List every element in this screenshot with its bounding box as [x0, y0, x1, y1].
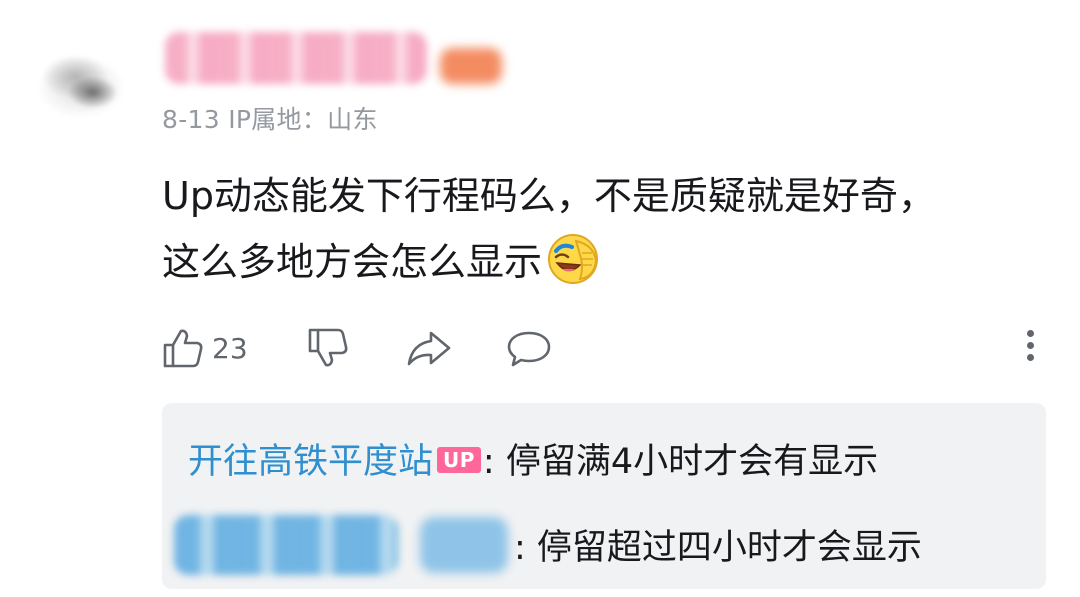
comment-date: 8-13 — [162, 105, 220, 134]
comment-text-line-2-wrap: 这么多地方会怎么显示 — [162, 229, 1062, 295]
like-count: 23 — [212, 331, 248, 365]
comment-meta: 8-13 IP属地：山东 — [162, 100, 378, 136]
comment-text-line-1: Up动态能发下行程码么，不是质疑就是好奇， — [162, 174, 936, 218]
comment-action-bar: 23 — [160, 322, 1060, 374]
sub-reply-username[interactable]: 开往高铁平度站 — [188, 442, 433, 482]
sub-reply-text: : 停留超过四小时才会显示 — [514, 528, 922, 568]
sub-replies-box[interactable]: 开往高铁平度站 UP: 停留满4小时才会有显示 : 停留超过四小时才会显示 — [162, 403, 1046, 589]
comment-text-line-2: 这么多地方会怎么显示 — [162, 240, 543, 284]
like-button[interactable]: 23 — [160, 322, 248, 374]
reply-bubble-icon — [507, 331, 551, 367]
reply-button[interactable] — [505, 322, 553, 374]
more-dot — [1026, 354, 1034, 361]
sub-reply-text: : 停留满4小时才会有显示 — [482, 442, 879, 482]
username-blur-pink — [165, 32, 427, 84]
share-button[interactable] — [405, 322, 453, 374]
username-blur-blue — [174, 515, 398, 575]
username-blur-orange — [440, 48, 502, 84]
thumbs-up-icon — [163, 329, 203, 368]
more-dot — [1026, 342, 1034, 349]
comment-text: Up动态能发下行程码么，不是质疑就是好奇， 这么多地方会怎么显示 — [162, 163, 1062, 295]
more-vertical-icon[interactable] — [1016, 330, 1044, 370]
laughing-covering-face-emoji-icon — [548, 234, 599, 284]
avatar[interactable] — [22, 30, 140, 134]
share-icon — [407, 331, 451, 366]
sub-reply-2[interactable]: : 停留超过四小时才会显示 — [174, 515, 922, 577]
more-dot — [1026, 330, 1034, 337]
comment-ip-location: IP属地：山东 — [228, 105, 378, 134]
sub-reply-username-blurred[interactable] — [174, 515, 514, 577]
username-blurred[interactable] — [165, 30, 510, 90]
sub-reply-1[interactable]: 开往高铁平度站 UP: 停留满4小时才会有显示 — [188, 438, 878, 486]
thumbs-down-icon — [308, 328, 348, 367]
dislike-button[interactable] — [305, 322, 351, 374]
up-badge: UP — [437, 447, 481, 473]
username-blur-blue-2 — [420, 517, 508, 573]
